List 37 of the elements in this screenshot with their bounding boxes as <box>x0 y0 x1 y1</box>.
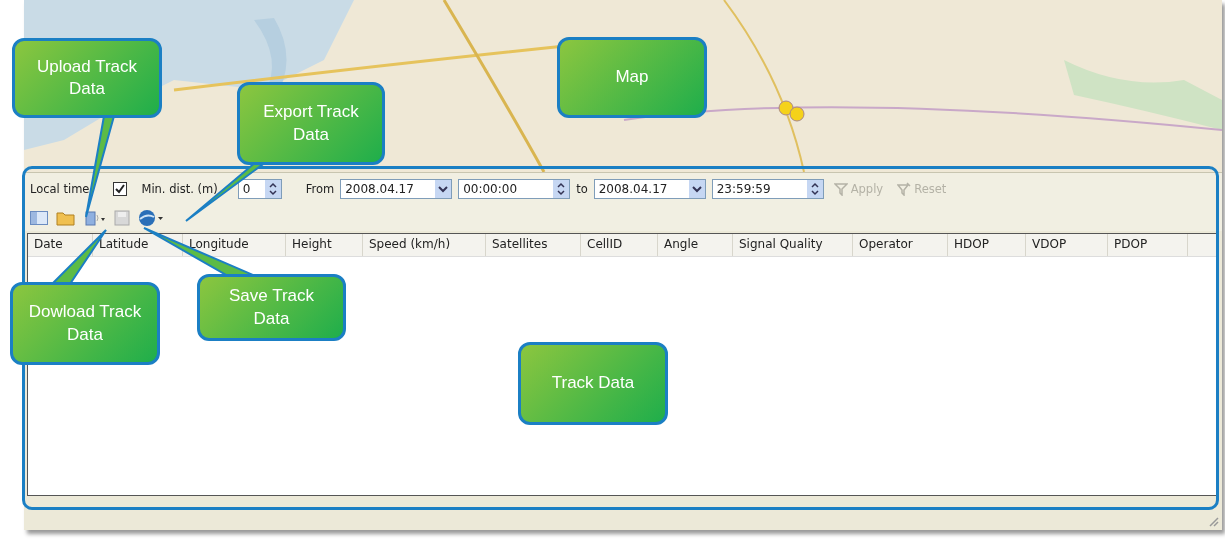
callout: Map <box>557 37 707 118</box>
dropdown-icon[interactable] <box>688 180 705 198</box>
to-date-field[interactable]: 2008.04.17 <box>593 179 706 199</box>
local-time-checkbox[interactable] <box>113 182 128 196</box>
column-header[interactable]: HDOP <box>948 234 1026 256</box>
column-header[interactable]: Speed (km/h) <box>363 234 486 256</box>
callout: Export Track Data <box>237 82 385 165</box>
globe-icon[interactable] <box>138 209 164 227</box>
column-header[interactable]: Operator <box>853 234 948 256</box>
column-header[interactable]: Height <box>286 234 363 256</box>
spin-icon[interactable] <box>264 180 281 198</box>
to-label: to <box>576 182 588 196</box>
callout: Upload Track Data <box>12 38 162 118</box>
filter-icon <box>833 182 848 196</box>
callout: Save Track Data <box>197 274 346 341</box>
callout: Dowload Track Data <box>10 282 160 365</box>
spin-icon[interactable] <box>806 180 823 198</box>
from-label: From <box>305 182 335 196</box>
from-date-field[interactable]: 2008.04.17 <box>340 179 453 199</box>
resize-grip-icon[interactable] <box>1207 515 1219 527</box>
filter-reset-icon <box>897 182 912 196</box>
from-time-field[interactable]: 00:00:00 <box>458 179 571 199</box>
local-time-label: Local time <box>30 182 90 196</box>
to-time-field[interactable]: 23:59:59 <box>711 179 824 199</box>
column-header[interactable]: Satellites <box>486 234 581 256</box>
column-header[interactable]: Signal Quality <box>733 234 853 256</box>
column-header[interactable]: CellID <box>581 234 658 256</box>
device-icon[interactable] <box>84 210 106 226</box>
callout: Track Data <box>518 342 668 425</box>
panel-icon[interactable] <box>30 211 48 225</box>
min-dist-label: Min. dist. (m) <box>141 182 218 196</box>
min-dist-field[interactable]: 0 <box>237 179 282 199</box>
dropdown-icon[interactable] <box>435 180 452 198</box>
column-header[interactable]: VDOP <box>1026 234 1108 256</box>
column-header[interactable]: PDOP <box>1108 234 1188 256</box>
spin-icon[interactable] <box>553 180 570 198</box>
column-header[interactable]: Angle <box>658 234 733 256</box>
